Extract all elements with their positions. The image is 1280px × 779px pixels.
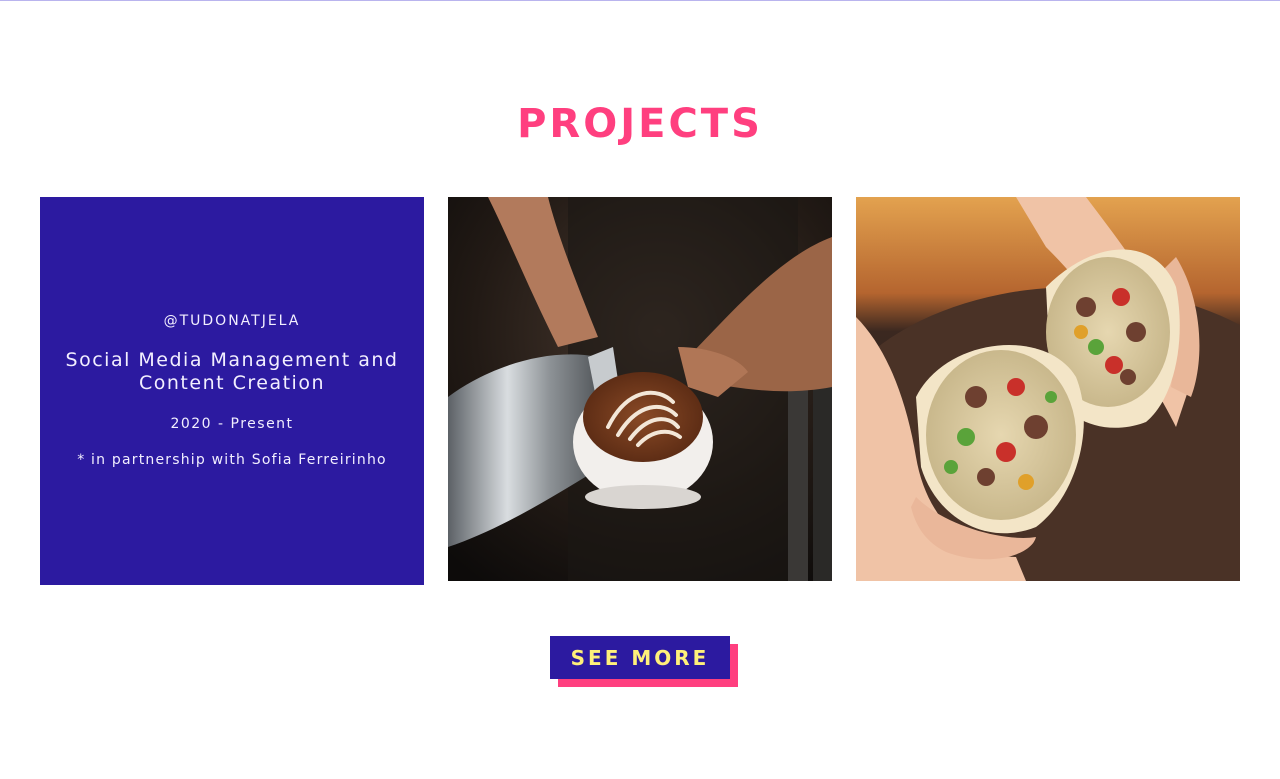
see-more-button[interactable]: SEE MORE bbox=[550, 636, 730, 679]
project-card-text[interactable]: @TUDONATJELA Social Media Management and… bbox=[40, 197, 424, 585]
top-divider bbox=[0, 0, 1280, 1]
project-headline: Social Media Management and Content Crea… bbox=[65, 349, 399, 394]
project-handle: @TUDONATJELA bbox=[163, 313, 301, 329]
section-title: PROJECTS bbox=[517, 101, 763, 147]
burrito-image bbox=[856, 197, 1240, 581]
project-image-coffee[interactable] bbox=[448, 197, 832, 581]
project-card-body: @TUDONATJELA Social Media Management and… bbox=[40, 197, 424, 585]
project-dates: 2020 - Present bbox=[170, 416, 294, 432]
project-image-burrito[interactable] bbox=[856, 197, 1240, 581]
latte-art-image bbox=[448, 197, 832, 581]
project-partnership-note: * in partnership with Sofia Ferreirinho bbox=[77, 452, 387, 468]
